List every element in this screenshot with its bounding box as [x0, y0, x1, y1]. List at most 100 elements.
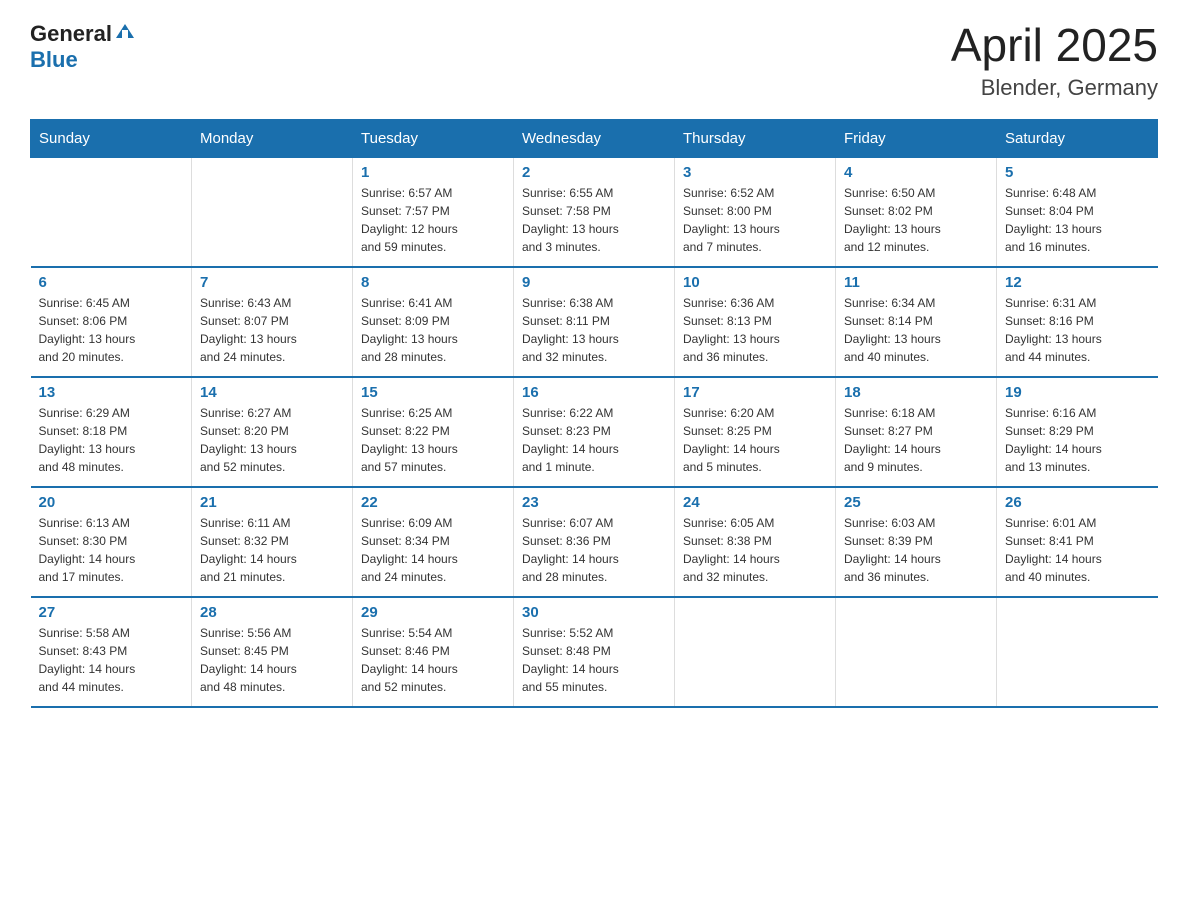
day-number: 26	[1005, 494, 1150, 511]
page-header: General Blue April 2025 Blender, Germany	[30, 20, 1158, 101]
calendar-week-row: 13 Sunrise: 6:29 AM Sunset: 8:18 PM Dayli…	[31, 377, 1158, 487]
calendar-cell: 9 Sunrise: 6:38 AM Sunset: 8:11 PM Daylig…	[514, 267, 675, 377]
day-info: Sunrise: 6:57 AM Sunset: 7:57 PM Dayligh…	[361, 184, 505, 256]
day-info: Sunrise: 6:07 AM Sunset: 8:36 PM Dayligh…	[522, 514, 666, 586]
day-number: 28	[200, 604, 344, 621]
day-info: Sunrise: 6:36 AM Sunset: 8:13 PM Dayligh…	[683, 294, 827, 366]
day-info: Sunrise: 6:03 AM Sunset: 8:39 PM Dayligh…	[844, 514, 988, 586]
day-number: 2	[522, 164, 666, 181]
day-number: 19	[1005, 384, 1150, 401]
calendar-week-row: 27 Sunrise: 5:58 AM Sunset: 8:43 PM Dayli…	[31, 597, 1158, 707]
calendar-cell: 28 Sunrise: 5:56 AM Sunset: 8:45 PM Dayli…	[192, 597, 353, 707]
day-info: Sunrise: 5:56 AM Sunset: 8:45 PM Dayligh…	[200, 624, 344, 696]
calendar-cell: 7 Sunrise: 6:43 AM Sunset: 8:07 PM Daylig…	[192, 267, 353, 377]
day-number: 25	[844, 494, 988, 511]
day-info: Sunrise: 6:01 AM Sunset: 8:41 PM Dayligh…	[1005, 514, 1150, 586]
day-info: Sunrise: 6:31 AM Sunset: 8:16 PM Dayligh…	[1005, 294, 1150, 366]
day-info: Sunrise: 6:43 AM Sunset: 8:07 PM Dayligh…	[200, 294, 344, 366]
day-number: 17	[683, 384, 827, 401]
day-info: Sunrise: 6:29 AM Sunset: 8:18 PM Dayligh…	[39, 404, 184, 476]
day-info: Sunrise: 6:18 AM Sunset: 8:27 PM Dayligh…	[844, 404, 988, 476]
day-info: Sunrise: 6:25 AM Sunset: 8:22 PM Dayligh…	[361, 404, 505, 476]
day-info: Sunrise: 6:52 AM Sunset: 8:00 PM Dayligh…	[683, 184, 827, 256]
day-number: 22	[361, 494, 505, 511]
calendar-week-row: 20 Sunrise: 6:13 AM Sunset: 8:30 PM Dayli…	[31, 487, 1158, 597]
calendar-subtitle: Blender, Germany	[951, 75, 1158, 101]
calendar-cell: 3 Sunrise: 6:52 AM Sunset: 8:00 PM Daylig…	[675, 157, 836, 267]
day-info: Sunrise: 5:58 AM Sunset: 8:43 PM Dayligh…	[39, 624, 184, 696]
day-info: Sunrise: 6:20 AM Sunset: 8:25 PM Dayligh…	[683, 404, 827, 476]
day-info: Sunrise: 6:41 AM Sunset: 8:09 PM Dayligh…	[361, 294, 505, 366]
day-info: Sunrise: 6:11 AM Sunset: 8:32 PM Dayligh…	[200, 514, 344, 586]
calendar-cell: 17 Sunrise: 6:20 AM Sunset: 8:25 PM Dayli…	[675, 377, 836, 487]
day-number: 24	[683, 494, 827, 511]
calendar-cell: 5Sunrise: 6:48 AM Sunset: 8:04 PM Daylig…	[997, 157, 1158, 267]
day-header-sunday: Sunday	[31, 119, 192, 157]
calendar-cell: 22 Sunrise: 6:09 AM Sunset: 8:34 PM Dayli…	[353, 487, 514, 597]
day-header-thursday: Thursday	[675, 119, 836, 157]
day-info: Sunrise: 6:05 AM Sunset: 8:38 PM Dayligh…	[683, 514, 827, 586]
calendar-cell: 19 Sunrise: 6:16 AM Sunset: 8:29 PM Dayli…	[997, 377, 1158, 487]
calendar-table: SundayMondayTuesdayWednesdayThursdayFrid…	[30, 119, 1158, 709]
calendar-cell: 16 Sunrise: 6:22 AM Sunset: 8:23 PM Dayli…	[514, 377, 675, 487]
day-info: Sunrise: 6:16 AM Sunset: 8:29 PM Dayligh…	[1005, 404, 1150, 476]
day-number: 30	[522, 604, 666, 621]
day-number: 7	[200, 274, 344, 291]
day-header-tuesday: Tuesday	[353, 119, 514, 157]
day-number: 16	[522, 384, 666, 401]
day-number: 9	[522, 274, 666, 291]
calendar-cell: 29 Sunrise: 5:54 AM Sunset: 8:46 PM Dayli…	[353, 597, 514, 707]
calendar-cell	[675, 597, 836, 707]
calendar-cell: 1Sunrise: 6:57 AM Sunset: 7:57 PM Daylig…	[353, 157, 514, 267]
day-header-monday: Monday	[192, 119, 353, 157]
day-number: 13	[39, 384, 184, 401]
calendar-cell	[997, 597, 1158, 707]
calendar-cell: 15 Sunrise: 6:25 AM Sunset: 8:22 PM Dayli…	[353, 377, 514, 487]
day-info: Sunrise: 6:48 AM Sunset: 8:04 PM Dayligh…	[1005, 184, 1150, 256]
calendar-cell: 13 Sunrise: 6:29 AM Sunset: 8:18 PM Dayli…	[31, 377, 192, 487]
calendar-week-row: 6 Sunrise: 6:45 AM Sunset: 8:06 PM Daylig…	[31, 267, 1158, 377]
calendar-cell: 24 Sunrise: 6:05 AM Sunset: 8:38 PM Dayli…	[675, 487, 836, 597]
day-info: Sunrise: 6:55 AM Sunset: 7:58 PM Dayligh…	[522, 184, 666, 256]
day-number: 23	[522, 494, 666, 511]
calendar-cell: 6 Sunrise: 6:45 AM Sunset: 8:06 PM Daylig…	[31, 267, 192, 377]
calendar-cell: 4Sunrise: 6:50 AM Sunset: 8:02 PM Daylig…	[836, 157, 997, 267]
day-number: 6	[39, 274, 184, 291]
day-info: Sunrise: 6:50 AM Sunset: 8:02 PM Dayligh…	[844, 184, 988, 256]
day-info: Sunrise: 6:22 AM Sunset: 8:23 PM Dayligh…	[522, 404, 666, 476]
calendar-cell	[31, 157, 192, 267]
day-header-wednesday: Wednesday	[514, 119, 675, 157]
day-number: 3	[683, 164, 827, 181]
day-number: 11	[844, 274, 988, 291]
day-info: Sunrise: 6:09 AM Sunset: 8:34 PM Dayligh…	[361, 514, 505, 586]
day-info: Sunrise: 5:54 AM Sunset: 8:46 PM Dayligh…	[361, 624, 505, 696]
day-info: Sunrise: 6:38 AM Sunset: 8:11 PM Dayligh…	[522, 294, 666, 366]
day-number: 12	[1005, 274, 1150, 291]
calendar-cell: 23 Sunrise: 6:07 AM Sunset: 8:36 PM Dayli…	[514, 487, 675, 597]
calendar-cell: 21 Sunrise: 6:11 AM Sunset: 8:32 PM Dayli…	[192, 487, 353, 597]
calendar-cell: 25 Sunrise: 6:03 AM Sunset: 8:39 PM Dayli…	[836, 487, 997, 597]
logo-general-text: General	[30, 21, 112, 47]
calendar-cell	[836, 597, 997, 707]
day-number: 15	[361, 384, 505, 401]
calendar-cell: 26 Sunrise: 6:01 AM Sunset: 8:41 PM Dayli…	[997, 487, 1158, 597]
calendar-cell: 18 Sunrise: 6:18 AM Sunset: 8:27 PM Dayli…	[836, 377, 997, 487]
calendar-cell: 11 Sunrise: 6:34 AM Sunset: 8:14 PM Dayli…	[836, 267, 997, 377]
day-number: 10	[683, 274, 827, 291]
calendar-cell: 10 Sunrise: 6:36 AM Sunset: 8:13 PM Dayli…	[675, 267, 836, 377]
day-number: 8	[361, 274, 505, 291]
calendar-cell: 8 Sunrise: 6:41 AM Sunset: 8:09 PM Daylig…	[353, 267, 514, 377]
day-number: 27	[39, 604, 184, 621]
day-info: Sunrise: 6:45 AM Sunset: 8:06 PM Dayligh…	[39, 294, 184, 366]
calendar-cell	[192, 157, 353, 267]
day-number: 21	[200, 494, 344, 511]
day-info: Sunrise: 6:34 AM Sunset: 8:14 PM Dayligh…	[844, 294, 988, 366]
calendar-cell: 30Sunrise: 5:52 AM Sunset: 8:48 PM Dayli…	[514, 597, 675, 707]
logo-icon	[114, 20, 136, 42]
day-header-saturday: Saturday	[997, 119, 1158, 157]
day-info: Sunrise: 6:13 AM Sunset: 8:30 PM Dayligh…	[39, 514, 184, 586]
day-number: 18	[844, 384, 988, 401]
day-number: 20	[39, 494, 184, 511]
calendar-cell: 27 Sunrise: 5:58 AM Sunset: 8:43 PM Dayli…	[31, 597, 192, 707]
day-number: 29	[361, 604, 505, 621]
